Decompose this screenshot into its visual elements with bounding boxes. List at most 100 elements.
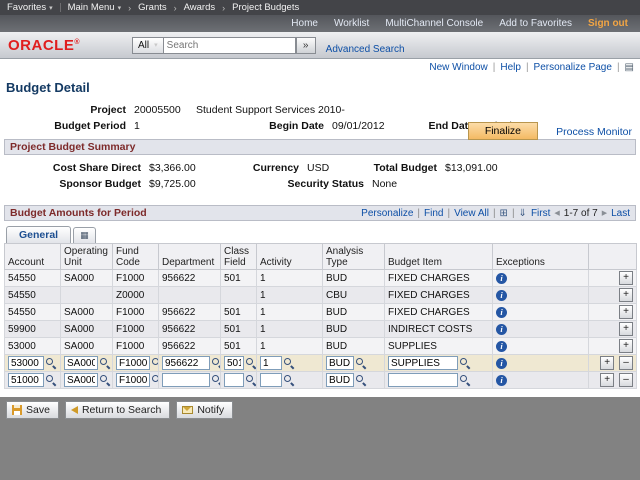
- advanced-search-link[interactable]: Advanced Search: [326, 44, 405, 55]
- find-link[interactable]: Find: [424, 208, 443, 219]
- search-go-button[interactable]: »: [296, 37, 316, 54]
- previous-page-icon[interactable]: ◀: [554, 209, 559, 217]
- cell-analysis-type: BUD: [323, 321, 385, 338]
- utility-bar: Home Worklist MultiChannel Console Add t…: [0, 15, 640, 32]
- search-input[interactable]: [164, 37, 296, 54]
- copy-url-icon[interactable]: ▤: [625, 62, 634, 73]
- operating-unit-input[interactable]: [64, 356, 98, 370]
- cell-account: 54550: [5, 304, 61, 321]
- lookup-icon[interactable]: [460, 375, 470, 385]
- first-link[interactable]: First: [531, 208, 550, 219]
- save-button[interactable]: Save: [6, 401, 59, 419]
- info-icon[interactable]: i: [496, 290, 507, 301]
- info-icon[interactable]: i: [496, 273, 507, 284]
- cell-operating-unit: SA000: [61, 304, 113, 321]
- main-menu[interactable]: Main Menu ▾: [68, 2, 122, 13]
- account-input[interactable]: [8, 373, 44, 387]
- account-input[interactable]: [8, 356, 44, 370]
- breadcrumb-separator-icon: ›: [222, 3, 225, 13]
- add-row-button[interactable]: +: [619, 271, 633, 285]
- help-link[interactable]: Help: [500, 62, 521, 73]
- breadcrumb-project-budgets[interactable]: Project Budgets: [232, 2, 299, 13]
- tab-general[interactable]: General: [6, 226, 71, 243]
- lookup-icon[interactable]: [284, 375, 294, 385]
- fund-code-input[interactable]: [116, 356, 150, 370]
- lookup-icon[interactable]: [212, 375, 221, 385]
- lookup-icon[interactable]: [246, 358, 256, 368]
- delete-row-button[interactable]: –: [619, 373, 633, 387]
- download-icon[interactable]: ⇓: [519, 208, 527, 219]
- save-icon: [12, 405, 22, 415]
- info-icon[interactable]: i: [496, 358, 507, 369]
- activity-input[interactable]: [260, 356, 282, 370]
- favorites-menu[interactable]: Favorites ▾: [7, 2, 53, 13]
- add-row-button[interactable]: +: [619, 288, 633, 302]
- worklist-link[interactable]: Worklist: [334, 18, 369, 29]
- multichannel-console-link[interactable]: MultiChannel Console: [385, 18, 483, 29]
- breadcrumb-grants[interactable]: Grants: [138, 2, 167, 13]
- personalize-link[interactable]: Personalize: [361, 208, 413, 219]
- budget-item-input[interactable]: [388, 373, 458, 387]
- process-monitor-link[interactable]: Process Monitor: [556, 126, 632, 138]
- lookup-icon[interactable]: [212, 358, 221, 368]
- cell-activity: 1: [257, 338, 323, 355]
- search-scope-select[interactable]: All ▾: [132, 37, 164, 54]
- lookup-icon[interactable]: [152, 375, 159, 385]
- lookup-icon[interactable]: [46, 375, 56, 385]
- breadcrumb-awards[interactable]: Awards: [184, 2, 216, 13]
- info-icon[interactable]: i: [496, 341, 507, 352]
- class-field-input[interactable]: [224, 356, 244, 370]
- department-input[interactable]: [162, 373, 210, 387]
- add-to-favorites-link[interactable]: Add to Favorites: [499, 18, 572, 29]
- lookup-icon[interactable]: [356, 358, 366, 368]
- table-row-editable: i + –: [5, 355, 637, 372]
- finalize-button[interactable]: Finalize: [468, 122, 538, 140]
- col-actions: [589, 244, 637, 270]
- next-page-icon[interactable]: ▶: [602, 209, 607, 217]
- add-row-button[interactable]: +: [619, 305, 633, 319]
- class-field-input[interactable]: [224, 373, 244, 387]
- add-row-button[interactable]: +: [600, 356, 614, 370]
- return-to-search-button[interactable]: Return to Search: [65, 401, 170, 419]
- lookup-icon[interactable]: [246, 375, 256, 385]
- operating-unit-input[interactable]: [64, 373, 98, 387]
- sign-out-link[interactable]: Sign out: [588, 18, 628, 29]
- home-link[interactable]: Home: [291, 18, 318, 29]
- col-budget-item: Budget Item: [385, 244, 493, 270]
- lookup-icon[interactable]: [356, 375, 366, 385]
- lookup-icon[interactable]: [100, 358, 110, 368]
- divider: |: [493, 208, 496, 219]
- lookup-icon[interactable]: [46, 358, 56, 368]
- notify-label: Notify: [197, 404, 224, 416]
- cell-budget-item: FIXED CHARGES: [385, 304, 493, 321]
- table-row-editable: i + –: [5, 372, 637, 389]
- summary-section-header: Project Budget Summary: [4, 139, 636, 155]
- lookup-icon[interactable]: [100, 375, 110, 385]
- info-icon[interactable]: i: [496, 375, 507, 386]
- last-link[interactable]: Last: [611, 208, 630, 219]
- notify-button[interactable]: Notify: [176, 401, 233, 419]
- budget-item-input[interactable]: [388, 356, 458, 370]
- analysis-type-input[interactable]: [326, 373, 354, 387]
- show-all-columns-tab[interactable]: ▦: [73, 227, 96, 243]
- lookup-icon[interactable]: [284, 358, 294, 368]
- new-window-link[interactable]: New Window: [429, 62, 487, 73]
- activity-input[interactable]: [260, 373, 282, 387]
- zoom-grid-icon[interactable]: ⊞: [500, 208, 508, 219]
- analysis-type-input[interactable]: [326, 356, 354, 370]
- delete-row-button[interactable]: –: [619, 356, 633, 370]
- personalize-page-link[interactable]: Personalize Page: [534, 62, 612, 73]
- info-icon[interactable]: i: [496, 324, 507, 335]
- view-all-link[interactable]: View All: [454, 208, 489, 219]
- info-icon[interactable]: i: [496, 307, 507, 318]
- lookup-icon[interactable]: [460, 358, 470, 368]
- department-input[interactable]: [162, 356, 210, 370]
- cell-operating-unit: SA000: [61, 270, 113, 287]
- fund-code-input[interactable]: [116, 373, 150, 387]
- cell-department: 956622: [159, 338, 221, 355]
- add-row-button[interactable]: +: [600, 373, 614, 387]
- security-status-label: Security Status: [249, 178, 372, 190]
- add-row-button[interactable]: +: [619, 322, 633, 336]
- add-row-button[interactable]: +: [619, 339, 633, 353]
- lookup-icon[interactable]: [152, 358, 159, 368]
